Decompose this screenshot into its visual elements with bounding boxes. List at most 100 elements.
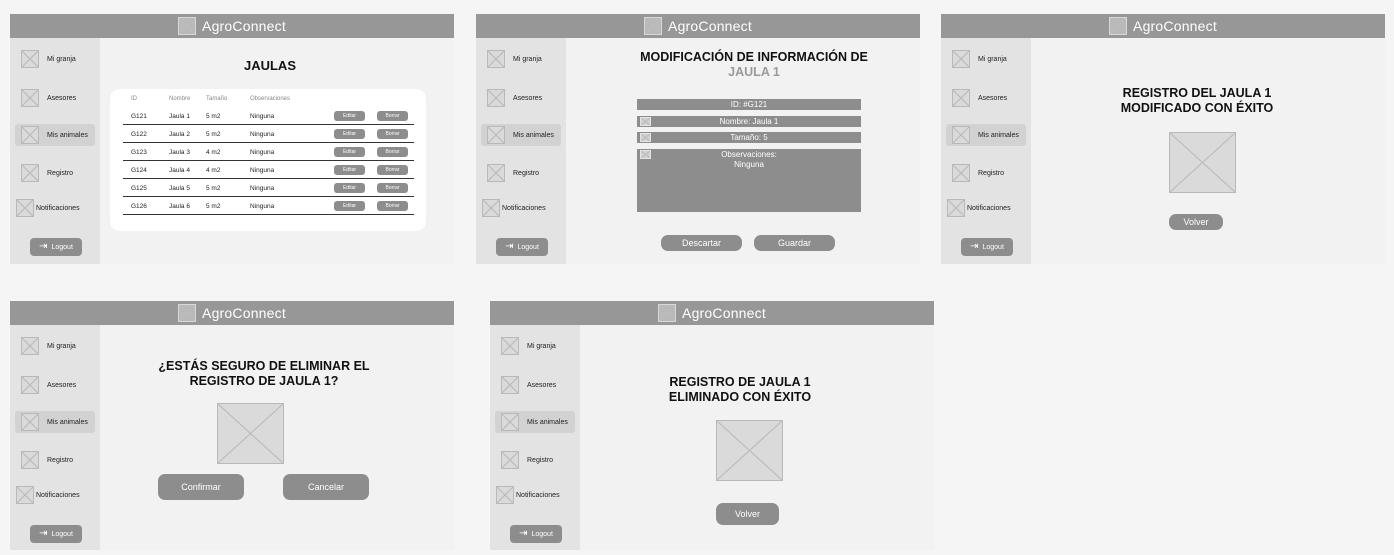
sidebar-item-mi-granja[interactable]: Mi granja — [946, 48, 1026, 70]
sidebar-item-asesores[interactable]: Asesores — [15, 87, 95, 109]
sidebar-item-label: Notificaciones — [36, 204, 80, 212]
farm-icon — [21, 50, 39, 68]
logout-button[interactable]: ⇥ Logout — [961, 238, 1013, 256]
screen-eliminado: AgroConnect Mi granja Asesores Mis anima… — [490, 301, 934, 550]
edit-icon — [640, 133, 651, 142]
logout-icon: ⇥ — [970, 241, 979, 252]
save-button[interactable]: Guardar — [754, 235, 835, 251]
sidebar-item-notificaciones[interactable]: Notificaciones — [946, 197, 1026, 219]
edit-button[interactable]: Editar — [334, 111, 365, 121]
logout-label: Logout — [51, 243, 73, 251]
sidebar-item-notificaciones[interactable]: Notificaciones — [15, 197, 95, 219]
animals-icon — [952, 126, 970, 144]
notifications-icon — [496, 486, 514, 504]
app-header: AgroConnect — [941, 14, 1385, 38]
column-header-observaciones: Observaciones — [250, 96, 291, 102]
confirm-button[interactable]: Confirmar — [158, 474, 244, 500]
sidebar-item-registro[interactable]: Registro — [15, 162, 95, 184]
logo-icon — [1109, 17, 1128, 35]
sidebar-item-mis-animales[interactable]: Mis animales — [15, 124, 95, 146]
cell-id: G121 — [131, 113, 147, 120]
sidebar-item-notificaciones[interactable]: Notificaciones — [481, 197, 561, 219]
logout-button[interactable]: ⇥ Logout — [30, 238, 82, 256]
sidebar-item-asesores[interactable]: Asesores — [495, 374, 575, 396]
cell-tamano: 4 m2 — [206, 149, 221, 156]
sidebar-item-mis-animales[interactable]: Mis animales — [481, 124, 561, 146]
delete-button[interactable]: Borrar — [377, 129, 408, 139]
sidebar-item-label: Registro — [978, 169, 1005, 177]
sidebar-item-label: Mi granja — [527, 342, 556, 350]
table-row: G121 Jaula 1 5 m2 Ninguna Editar Borrar — [123, 107, 414, 125]
sidebar-item-mis-animales[interactable]: Mis animales — [946, 124, 1026, 146]
nombre-field[interactable]: Nombre: Jaula 1 — [637, 116, 861, 127]
logout-button[interactable]: ⇥ Logout — [496, 238, 548, 256]
sidebar: Mi granja Asesores Mis animales Registro… — [490, 325, 580, 550]
cell-tamano: 5 m2 — [206, 131, 221, 138]
sidebar-item-label: Mis animales — [978, 131, 1019, 139]
logo-icon — [658, 304, 677, 322]
page-title: REGISTRO DEL JAULA 1 MODIFICADO CON ÉXIT… — [1081, 86, 1313, 116]
sidebar-item-asesores[interactable]: Asesores — [15, 374, 95, 396]
delete-button[interactable]: Borrar — [377, 111, 408, 121]
sidebar: Mi granja Asesores Mis animales Registro… — [10, 325, 100, 550]
logout-button[interactable]: ⇥ Logout — [30, 525, 82, 543]
sidebar-item-label: Mi granja — [47, 342, 76, 350]
cell-id: G123 — [131, 149, 147, 156]
advisors-icon — [952, 89, 970, 107]
sidebar-item-registro[interactable]: Registro — [495, 449, 575, 471]
cell-nombre: Jaula 3 — [169, 149, 190, 156]
page-title-line2: ELIMINADO CON ÉXITO — [668, 390, 812, 404]
farm-icon — [487, 50, 505, 68]
cell-observaciones: Ninguna — [250, 149, 275, 156]
sidebar-item-notificaciones[interactable]: Notificaciones — [495, 484, 575, 506]
delete-button[interactable]: Borrar — [377, 183, 408, 193]
cancel-button[interactable]: Cancelar — [283, 474, 369, 500]
registry-icon — [487, 164, 505, 182]
logout-button[interactable]: ⇥ Logout — [510, 525, 562, 543]
logout-label: Logout — [51, 530, 73, 538]
sidebar-item-mi-granja[interactable]: Mi granja — [481, 48, 561, 70]
discard-button[interactable]: Descartar — [661, 235, 742, 251]
edit-button[interactable]: Editar — [334, 201, 365, 211]
sidebar-item-asesores[interactable]: Asesores — [946, 87, 1026, 109]
sidebar-item-registro[interactable]: Registro — [481, 162, 561, 184]
notifications-icon — [482, 199, 500, 217]
sidebar-item-label: Mi granja — [978, 55, 1007, 63]
advisors-icon — [21, 376, 39, 394]
sidebar-item-mi-granja[interactable]: Mi granja — [495, 335, 575, 357]
table-row: G123 Jaula 3 4 m2 Ninguna Editar Borrar — [123, 143, 414, 161]
sidebar-item-registro[interactable]: Registro — [946, 162, 1026, 184]
sidebar-item-mis-animales[interactable]: Mis animales — [15, 411, 95, 433]
delete-button[interactable]: Borrar — [377, 165, 408, 175]
cell-nombre: Jaula 1 — [169, 113, 190, 120]
cell-nombre: Jaula 2 — [169, 131, 190, 138]
delete-button[interactable]: Borrar — [377, 201, 408, 211]
page-title-line1: MODIFICACIÓN DE INFORMACIÓN DE — [640, 50, 868, 64]
app-header: AgroConnect — [10, 301, 454, 325]
page-title: ¿ESTÁS SEGURO DE ELIMINAR EL REGISTRO DE… — [130, 359, 398, 389]
back-button[interactable]: Volver — [716, 503, 779, 525]
sidebar-item-label: Mis animales — [47, 418, 88, 426]
table-row: G122 Jaula 2 5 m2 Ninguna Editar Borrar — [123, 125, 414, 143]
delete-button[interactable]: Borrar — [377, 147, 408, 157]
edit-button[interactable]: Editar — [334, 183, 365, 193]
sidebar-item-mi-granja[interactable]: Mi granja — [15, 335, 95, 357]
tamano-field[interactable]: Tamaño: 5 — [637, 132, 861, 143]
sidebar-item-asesores[interactable]: Asesores — [481, 87, 561, 109]
sidebar-item-notificaciones[interactable]: Notificaciones — [15, 484, 95, 506]
edit-button[interactable]: Editar — [334, 147, 365, 157]
sidebar-item-label: Asesores — [47, 381, 77, 389]
observaciones-field[interactable]: Observaciones: Ninguna — [637, 149, 861, 212]
page-title-line2: MODIFICADO CON ÉXITO — [1120, 101, 1274, 115]
edit-button[interactable]: Editar — [334, 165, 365, 175]
cell-nombre: Jaula 6 — [169, 203, 190, 210]
back-button[interactable]: Volver — [1169, 214, 1223, 230]
animals-icon — [21, 126, 39, 144]
sidebar-item-registro[interactable]: Registro — [15, 449, 95, 471]
sidebar-item-mi-granja[interactable]: Mi granja — [15, 48, 95, 70]
observaciones-value: Ninguna — [734, 160, 764, 169]
logout-label: Logout — [517, 243, 539, 251]
sidebar-item-mis-animales[interactable]: Mis animales — [495, 411, 575, 433]
edit-button[interactable]: Editar — [334, 129, 365, 139]
page-title-line1: REGISTRO DEL JAULA 1 — [1122, 86, 1272, 100]
